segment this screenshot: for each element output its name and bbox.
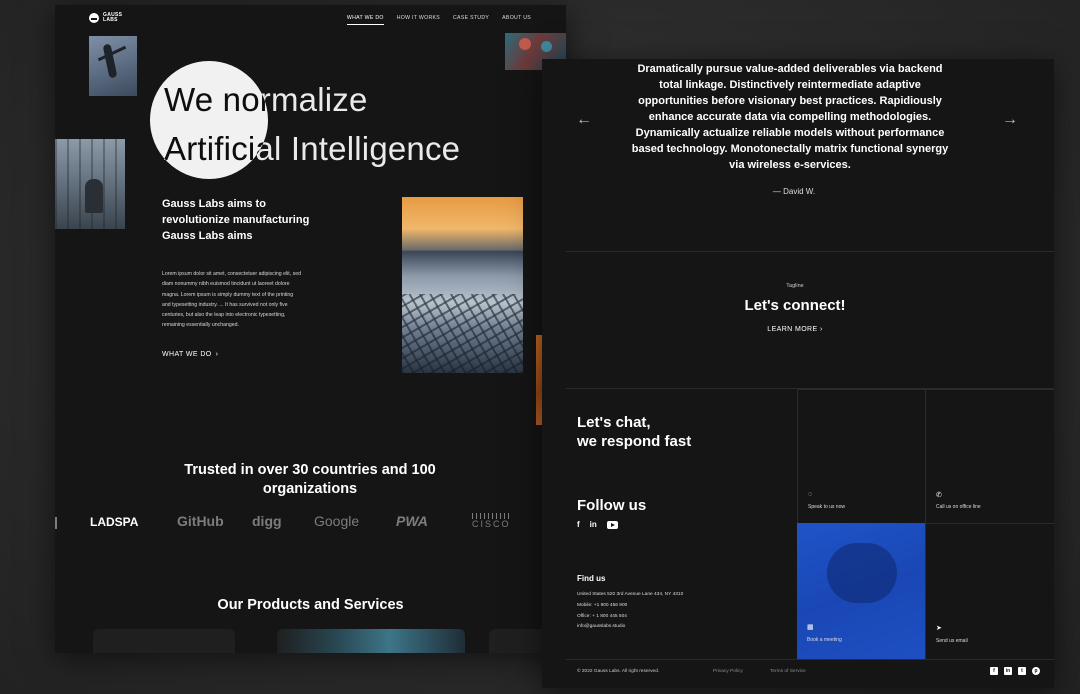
call-label: Call us on office line bbox=[936, 504, 981, 510]
address-text: United States 520 3rd Avenue Lane 434, N… bbox=[577, 592, 684, 597]
send-icon: ➤ bbox=[936, 625, 942, 632]
facebook-icon[interactable]: f bbox=[577, 520, 580, 529]
intro-body: Lorem ipsum dolor sit amet, consectetuer… bbox=[162, 271, 301, 329]
office-text: Office: + 1 800 445 504 bbox=[577, 613, 627, 619]
nav-about-us[interactable]: ABOUT US bbox=[502, 15, 531, 25]
connect-heading: Let's connect! bbox=[744, 297, 846, 314]
testimonial-author: — David W. bbox=[772, 187, 816, 196]
what-we-do-link-label: WHAT WE DO bbox=[162, 351, 212, 358]
testimonial-section: ← Dramatically pursue value-added delive… bbox=[566, 59, 1054, 252]
contact-section: Let's chat, we respond fast Follow us f … bbox=[566, 389, 1054, 659]
call-us-tile[interactable]: ✆ Call us on office line bbox=[925, 389, 1054, 523]
product-card[interactable] bbox=[93, 629, 235, 653]
logo[interactable]: GAUSS LABS bbox=[89, 13, 125, 23]
hero-title-line-1: We normalize bbox=[164, 81, 368, 118]
nav-how-it-works[interactable]: HOW IT WORKS bbox=[397, 15, 440, 25]
testimonial-quote: Dramatically pursue value-added delivera… bbox=[631, 63, 949, 171]
find-us-heading: Find us bbox=[577, 574, 606, 583]
copyright-text: © 2022 Gauss Labs. All right reserved. bbox=[577, 669, 660, 674]
learn-more-label: LEARN MORE bbox=[767, 326, 818, 333]
privacy-policy-link[interactable]: Privacy Policy bbox=[713, 669, 743, 674]
terms-of-service-link[interactable]: Terms of Service bbox=[770, 669, 806, 674]
footer: © 2022 Gauss Labs. All right reserved. P… bbox=[566, 659, 1054, 688]
learn-more-link[interactable]: LEARN MORE › bbox=[566, 326, 1024, 333]
speak-label: Speak to us now bbox=[808, 504, 845, 510]
book-meeting-tile[interactable]: ▦ Book a meeting bbox=[797, 523, 925, 659]
nav-case-study[interactable]: CASE STUDY bbox=[453, 15, 489, 25]
speak-to-us-tile[interactable]: ◌ Speak to us now bbox=[797, 389, 925, 523]
lab-worker-photo bbox=[55, 139, 125, 229]
phone-icon: ✆ bbox=[936, 492, 942, 499]
connect-section: Tagline Let's connect! LEARN MORE › bbox=[566, 252, 1054, 389]
nav-links: WHAT WE DO HOW IT WORKS CASE STUDY ABOUT… bbox=[346, 15, 531, 25]
mobile-text: Mobile: +1 900 456 900 bbox=[577, 602, 628, 608]
partial-brand-logo bbox=[55, 517, 57, 529]
youtube-icon[interactable] bbox=[606, 520, 618, 529]
what-we-do-link[interactable]: WHAT WE DO › bbox=[162, 351, 218, 358]
brand-digg: digg bbox=[252, 513, 282, 529]
twitter-icon[interactable]: t bbox=[1018, 667, 1026, 675]
send-email-tile[interactable]: ➤ Send us email bbox=[925, 523, 1054, 659]
arrow-right-icon[interactable]: → bbox=[1002, 111, 1018, 129]
dancer-photo bbox=[89, 36, 137, 96]
products-heading: Our Products and Services bbox=[217, 597, 404, 613]
brand-pwa: PWA bbox=[396, 513, 428, 529]
brand-logos-strip: LADSPA GitHub digg Google PWA CISCO bbox=[55, 513, 566, 535]
book-label: Book a meeting bbox=[807, 637, 842, 643]
chevron-right-icon: › bbox=[215, 351, 219, 358]
email-label: Send us email bbox=[936, 638, 968, 644]
chat-bubble-icon: ◌ bbox=[808, 491, 813, 498]
contact-page-panel: ← Dramatically pursue value-added delive… bbox=[542, 59, 1054, 688]
brand-github: GitHub bbox=[177, 513, 224, 529]
product-card[interactable] bbox=[277, 629, 465, 653]
top-nav: GAUSS LABS WHAT WE DO HOW IT WORKS CASE … bbox=[55, 13, 566, 35]
linkedin-icon[interactable]: in bbox=[590, 520, 597, 529]
arrow-left-icon[interactable]: ← bbox=[576, 111, 592, 129]
hero-title-line-2: Artificial Intelligence bbox=[164, 130, 461, 167]
brand-cisco: CISCO bbox=[472, 519, 511, 529]
chat-heading-line-2: we respond fast bbox=[577, 433, 692, 450]
social-links: f in bbox=[577, 520, 618, 529]
follow-heading: Follow us bbox=[577, 497, 647, 514]
nav-what-we-do[interactable]: WHAT WE DO bbox=[346, 15, 384, 25]
logo-icon bbox=[89, 13, 99, 23]
email-text[interactable]: info@gausslabs.studio bbox=[577, 622, 777, 633]
home-page-panel: GAUSS LABS WHAT WE DO HOW IT WORKS CASE … bbox=[55, 5, 566, 653]
intro-heading: Gauss Labs aims to revolutionize manufac… bbox=[162, 198, 310, 242]
chevron-right-icon: › bbox=[819, 326, 823, 333]
tagline: Tagline bbox=[786, 283, 804, 289]
brand-ladspa: LADSPA bbox=[90, 515, 139, 529]
footer-social-links: f in t p bbox=[990, 667, 1040, 675]
brand-google: Google bbox=[314, 513, 360, 529]
solar-roof-photo bbox=[402, 197, 523, 373]
hero-title: We normalize Artificial Intelligence bbox=[164, 75, 460, 173]
pinterest-icon[interactable]: p bbox=[1032, 667, 1040, 675]
facebook-icon[interactable]: f bbox=[990, 667, 998, 675]
calendar-icon: ▦ bbox=[807, 624, 814, 631]
chat-heading-line-1: Let's chat, bbox=[577, 414, 651, 431]
logo-text: GAUSS LABS bbox=[103, 12, 123, 23]
chat-heading: Let's chat, we respond fast bbox=[577, 413, 691, 451]
linkedin-icon[interactable]: in bbox=[1004, 667, 1012, 675]
trusted-heading: Trusted in over 30 countries and 100 org… bbox=[184, 462, 436, 497]
contact-details: United States 520 3rd Avenue Lane 434, N… bbox=[577, 590, 777, 633]
